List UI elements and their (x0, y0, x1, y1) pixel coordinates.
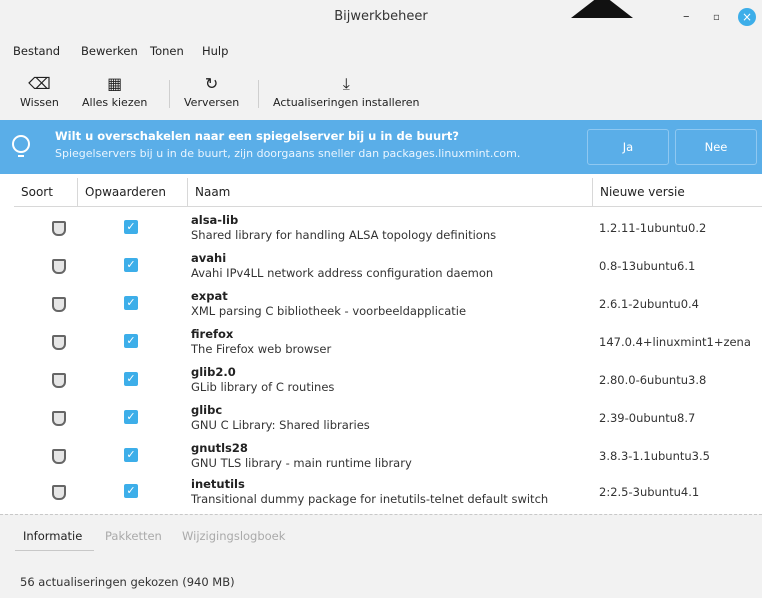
upgrade-checkbox[interactable]: ✓ (124, 258, 138, 272)
window-title: Bijwerkbeheer (334, 9, 428, 24)
table-header: Soort Opwaarderen Naam Nieuwe versie (14, 178, 762, 207)
tab-information[interactable]: Informatie (23, 529, 82, 543)
table-row[interactable]: ✓ glibc GNU C Library: Shared libraries … (14, 398, 762, 438)
details-panel: Informatie Pakketten Wijzigingslogboek 5… (0, 514, 762, 598)
package-version: 1.2.11-1ubuntu0.2 (599, 221, 707, 235)
table-row[interactable]: ✓ glib2.0 GLib library of C routines 2.8… (14, 360, 762, 400)
table-row[interactable]: ✓ inetutils Transitional dummy package f… (14, 472, 762, 512)
column-header-new-version[interactable]: Nieuwe versie (593, 178, 762, 206)
shield-icon (52, 449, 66, 464)
tab-changelog[interactable]: Wijzigingslogboek (182, 529, 285, 543)
refresh-label: Verversen (184, 96, 240, 109)
status-text: 56 actualiseringen gekozen (940 MB) (20, 575, 235, 589)
package-version: 2.39-0ubuntu8.7 (599, 411, 696, 425)
maximize-button[interactable]: ▫ (713, 10, 720, 26)
package-version: 2.6.1-2ubuntu0.4 (599, 297, 699, 311)
tab-packages[interactable]: Pakketten (105, 529, 162, 543)
upgrade-checkbox[interactable]: ✓ (124, 410, 138, 424)
package-name: glib2.0 (191, 365, 236, 379)
package-description: XML parsing C bibliotheek - voorbeeldapp… (191, 304, 467, 318)
package-name: avahi (191, 251, 227, 265)
infobar-subtitle: Spiegelservers bij u in de buurt, zijn d… (55, 147, 521, 160)
table-row[interactable]: ✓ alsa-lib Shared library for handling A… (14, 208, 762, 248)
toolbar-separator (169, 80, 170, 108)
package-name: gnutls28 (191, 441, 248, 455)
menu-bewerken[interactable]: Bewerken (81, 44, 138, 58)
upgrade-checkbox[interactable]: ✓ (124, 448, 138, 462)
refresh-button[interactable]: ↻ Verversen (184, 74, 239, 109)
package-description: Avahi IPv4LL network address configurati… (191, 266, 494, 280)
clear-button[interactable]: ⌫ Wissen (20, 74, 59, 109)
shield-icon (52, 411, 66, 426)
yes-button[interactable]: Ja (587, 129, 669, 165)
package-name: alsa-lib (191, 213, 239, 227)
infobar-title: Wilt u overschakelen naar een spiegelser… (55, 129, 459, 143)
package-name: firefox (191, 327, 234, 341)
select-all-icon: ▦ (107, 74, 123, 93)
table-row[interactable]: ✓ gnutls28 GNU TLS library - main runtim… (14, 436, 762, 476)
menu-bar: Bestand Bewerken Tonen Hulp (0, 36, 762, 64)
select-all-button[interactable]: ▦ Alles kiezen (82, 74, 147, 109)
shield-icon (52, 335, 66, 350)
no-button[interactable]: Nee (675, 129, 757, 165)
install-updates-button[interactable]: ⤓ Actualiseringen installeren (273, 74, 420, 109)
shield-icon (52, 259, 66, 274)
column-header-upgrade[interactable]: Opwaarderen (78, 178, 188, 206)
close-button[interactable]: × (738, 8, 756, 26)
table-row[interactable]: ✓ avahi Avahi IPv4LL network address con… (14, 246, 762, 286)
install-updates-label: Actualiseringen installeren (273, 96, 420, 109)
shield-icon (52, 373, 66, 388)
toolbar-separator (258, 80, 259, 108)
download-icon: ⤓ (342, 74, 350, 93)
upgrade-checkbox[interactable]: ✓ (124, 484, 138, 498)
package-version: 147.0.4+linuxmint1+zena (599, 335, 751, 349)
clear-label: Wissen (20, 96, 59, 109)
clear-icon: ⌫ (28, 74, 51, 93)
column-header-name[interactable]: Naam (188, 178, 593, 206)
package-version: 3.8.3-1.1ubuntu3.5 (599, 449, 710, 463)
upgrade-checkbox[interactable]: ✓ (124, 296, 138, 310)
toolbar: ⌫ Wissen ▦ Alles kiezen ↻ Verversen ⤓ Ac… (0, 64, 762, 121)
mirror-infobar: Wilt u overschakelen naar een spiegelser… (0, 120, 762, 174)
minimize-button[interactable]: – (683, 9, 690, 25)
table-row[interactable]: ✓ firefox The Firefox web browser 147.0.… (14, 322, 762, 362)
updates-table: Soort Opwaarderen Naam Nieuwe versie ✓ a… (14, 178, 762, 512)
refresh-icon: ↻ (204, 74, 219, 93)
package-description: GNU C Library: Shared libraries (191, 418, 370, 432)
table-row[interactable]: ✓ expat XML parsing C bibliotheek - voor… (14, 284, 762, 324)
shield-icon (52, 297, 66, 312)
active-tab-underline (15, 550, 94, 551)
package-description: GNU TLS library - main runtime library (191, 456, 412, 470)
package-description: Transitional dummy package for inetutils… (191, 492, 549, 506)
lightbulb-icon (12, 135, 30, 157)
shield-icon (52, 221, 66, 236)
menu-tonen[interactable]: Tonen (150, 44, 184, 58)
package-description: GLib library of C routines (191, 380, 335, 394)
shield-icon (52, 485, 66, 500)
package-description: Shared library for handling ALSA topolog… (191, 228, 497, 242)
package-description: The Firefox web browser (191, 342, 332, 356)
menu-hulp[interactable]: Hulp (202, 44, 228, 58)
column-header-type[interactable]: Soort (14, 178, 78, 206)
package-version: 2:2.5-3ubuntu4.1 (599, 485, 700, 499)
title-bar: Bijwerkbeheer – ▫ × (0, 0, 762, 36)
upgrade-checkbox[interactable]: ✓ (124, 372, 138, 386)
package-name: glibc (191, 403, 223, 417)
package-name: inetutils (191, 477, 245, 491)
mouse-cursor (571, 0, 633, 18)
select-all-label: Alles kiezen (82, 96, 148, 109)
package-name: expat (191, 289, 228, 303)
package-version: 0.8-13ubuntu6.1 (599, 259, 696, 273)
package-version: 2.80.0-6ubuntu3.8 (599, 373, 707, 387)
menu-bestand[interactable]: Bestand (13, 44, 60, 58)
upgrade-checkbox[interactable]: ✓ (124, 334, 138, 348)
upgrade-checkbox[interactable]: ✓ (124, 220, 138, 234)
